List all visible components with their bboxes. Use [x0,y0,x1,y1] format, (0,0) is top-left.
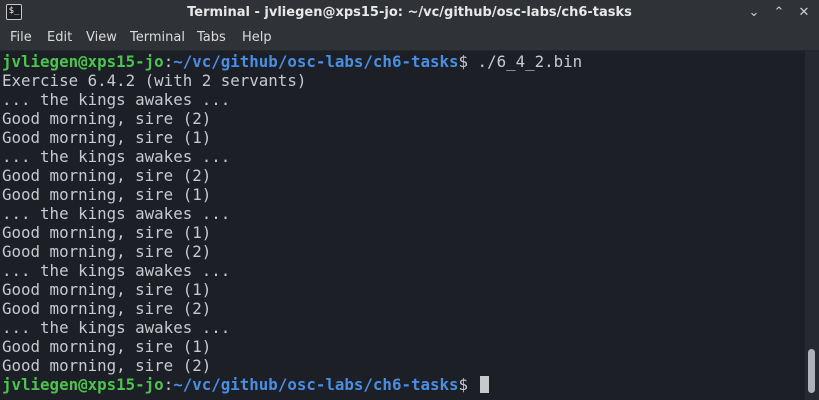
output-line: Good morning, sire (1) [2,128,212,147]
menu-bar: File Edit View Terminal Tabs Help [0,26,819,51]
window-title: Terminal - jvliegen@xps15-jo: ~/vc/githu… [187,5,632,20]
close-button[interactable]: ✕ [793,2,815,24]
prompt-user-host: jvliegen@xps15-jo [2,375,164,394]
output-line: ... the kings awakes ... [2,318,231,337]
output-line: ... the kings awakes ... [2,147,231,166]
menu-terminal[interactable]: Terminal [130,26,185,50]
menu-edit[interactable]: Edit [47,26,72,50]
command-line: jvliegen@xps15-jo:~/vc/github/osc-labs/c… [2,52,582,71]
command-text: ./6_4_2.bin [468,52,583,71]
prompt-colon: : [163,52,174,71]
menu-help[interactable]: Help [242,26,272,50]
prompt-path: ~/vc/github/osc-labs/ch6-tasks [173,375,459,394]
terminal-window: $_ Terminal - jvliegen@xps15-jo: ~/vc/gi… [0,0,819,400]
text-cursor [479,376,489,393]
vertical-scrollbar[interactable] [805,51,819,400]
prompt-path: ~/vc/github/osc-labs/ch6-tasks [173,52,459,71]
title-bar[interactable]: $_ Terminal - jvliegen@xps15-jo: ~/vc/gi… [0,0,819,26]
output-line: ... the kings awakes ... [2,204,231,223]
terminal-output[interactable]: jvliegen@xps15-jo:~/vc/github/osc-labs/c… [0,51,805,400]
output-line: Good morning, sire (1) [2,185,212,204]
menu-file[interactable]: File [10,26,32,50]
maximize-button[interactable]: ⌃ [768,2,790,24]
current-prompt-line[interactable]: jvliegen@xps15-jo:~/vc/github/osc-labs/c… [2,375,489,394]
prompt-user-host: jvliegen@xps15-jo [2,52,164,71]
output-line: Good morning, sire (2) [2,356,212,375]
prompt-dollar: $ [458,52,469,71]
output-line: ... the kings awakes ... [2,261,231,280]
menu-tabs[interactable]: Tabs [197,26,226,50]
output-line: Exercise 6.4.2 (with 2 servants) [2,71,307,90]
output-line: ... the kings awakes ... [2,90,231,109]
output-line: Good morning, sire (2) [2,109,212,128]
output-line: Good morning, sire (2) [2,242,212,261]
prompt-colon: : [163,375,174,394]
minimize-button[interactable]: ⌄ [743,2,765,24]
menu-view[interactable]: View [86,26,117,50]
output-line: Good morning, sire (1) [2,223,212,242]
output-line: Good morning, sire (2) [2,166,212,185]
scrollbar-thumb[interactable] [808,349,815,393]
output-line: Good morning, sire (1) [2,280,212,299]
prompt-dollar: $ [458,375,469,394]
output-line: Good morning, sire (1) [2,337,212,356]
output-line: Good morning, sire (2) [2,299,212,318]
